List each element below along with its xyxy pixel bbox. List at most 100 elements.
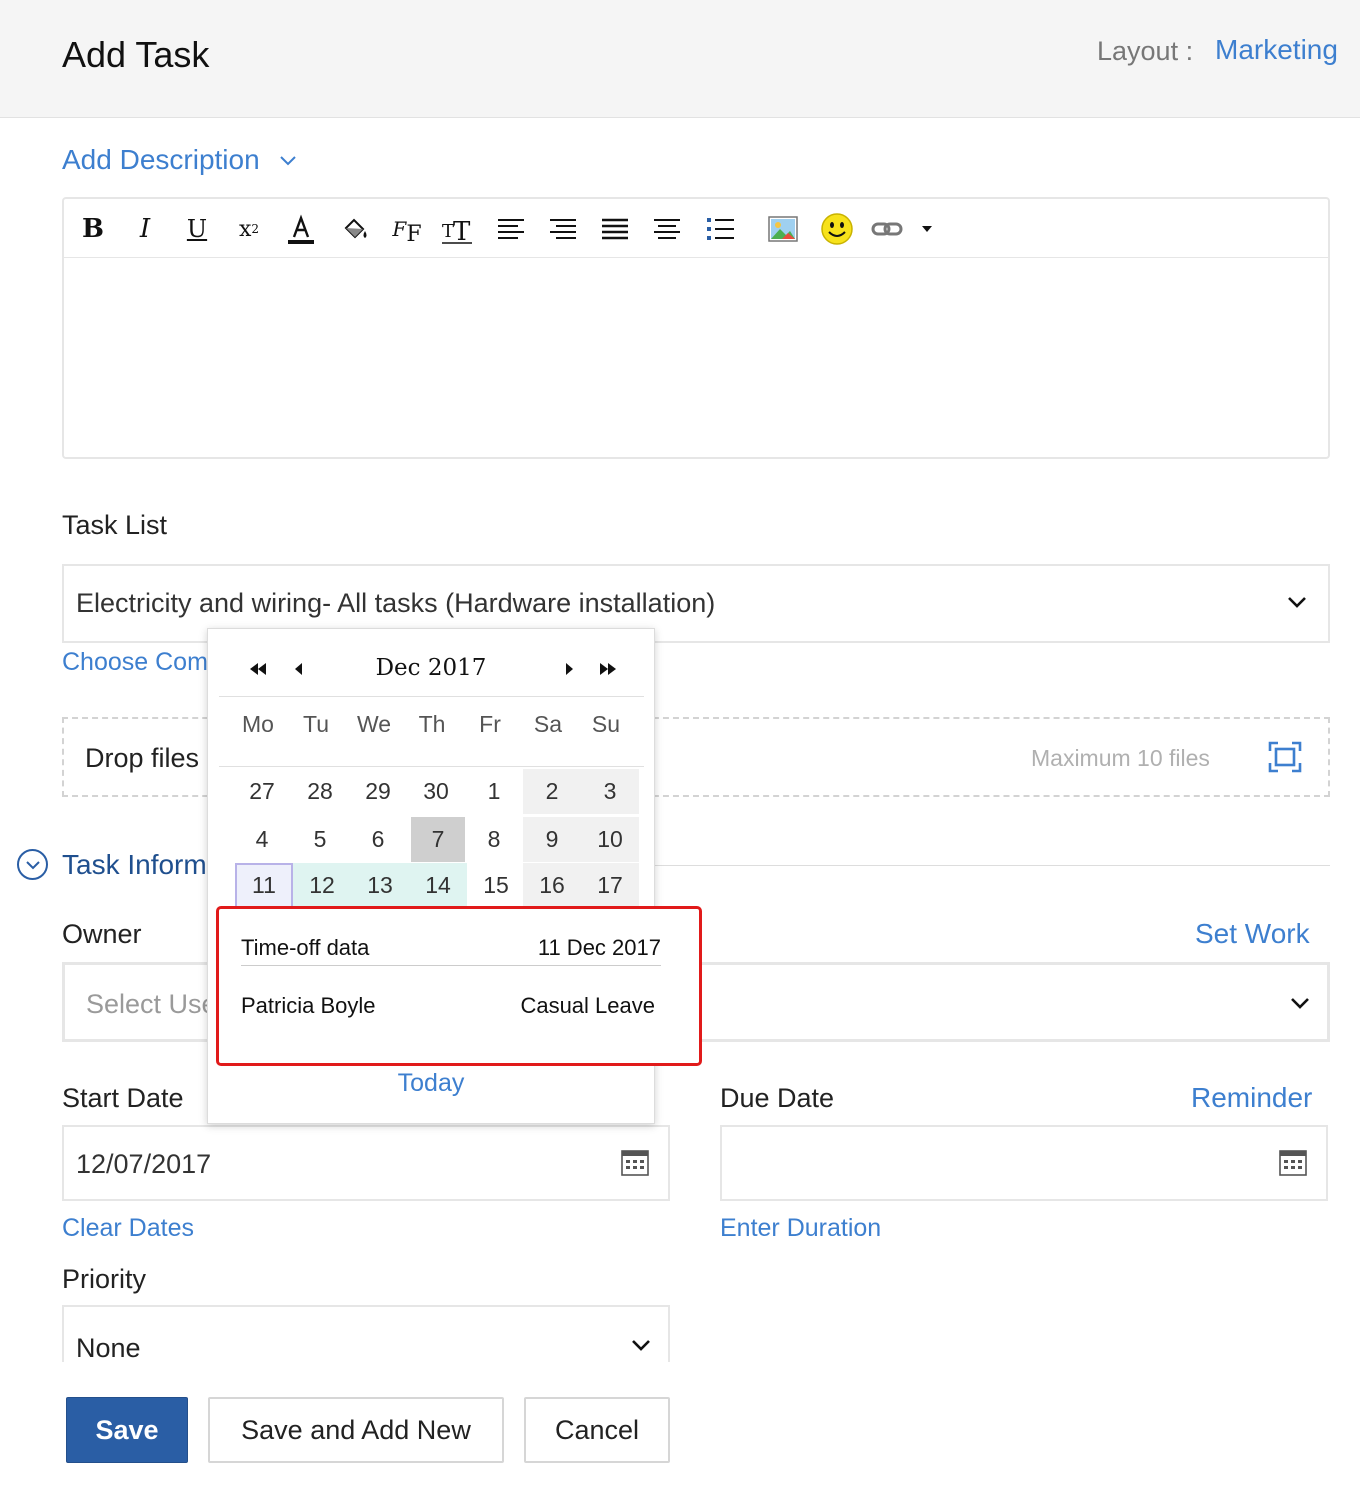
popup-divider [241,965,661,966]
justify-icon[interactable] [598,212,632,246]
font-size-icon[interactable]: TT [440,212,474,246]
drop-files-text: Drop files [85,743,200,773]
choose-component-link[interactable]: Choose Comp [62,648,222,677]
weekday-label: Tu [303,711,329,737]
calendar-icon[interactable] [1278,1147,1308,1177]
weekday-label: We [356,711,392,737]
calendar-day-weekend[interactable]: 3 [581,769,639,814]
due-date-input[interactable] [720,1125,1328,1201]
editor-toolbar: B I U x2 FF TT [64,199,1328,258]
calendar-day[interactable]: 15 [467,863,525,908]
weekday-label: Sa [533,711,563,737]
today-link[interactable]: Today [208,1069,654,1098]
save-and-add-new-button[interactable]: Save and Add New [208,1397,504,1463]
calendar-day[interactable]: 1 [465,769,523,814]
enter-duration-link[interactable]: Enter Duration [720,1214,881,1243]
insert-link-icon[interactable] [870,212,904,246]
chevron-down-icon[interactable] [278,150,298,170]
priority-container: None [62,1305,670,1362]
next-month-icon[interactable] [556,659,580,679]
editor-content-area[interactable] [64,259,1328,457]
priority-label: Priority [62,1264,147,1294]
weekday-label: Th [418,711,446,737]
time-off-popup: Time-off data 11 Dec 2017 Patricia Boyle… [216,906,702,1066]
calendar-day[interactable]: 8 [465,817,523,862]
weekday-label: Mo [242,711,274,737]
layout-selector-link[interactable]: Marketing [1215,34,1338,66]
bold-icon[interactable]: B [76,212,110,246]
calendar-icon[interactable] [620,1147,650,1177]
chevron-down-icon [26,861,40,870]
priority-select[interactable]: None [62,1305,670,1362]
calendar-day[interactable]: 6 [349,817,407,862]
calendar-day[interactable]: 29 [349,769,407,814]
calendar-day-weekend[interactable]: 17 [581,863,639,908]
picker-divider [219,696,644,697]
time-off-date: 11 Dec 2017 [537,935,661,960]
start-date-label: Start Date [62,1083,184,1113]
emoji-icon[interactable] [820,212,854,246]
layout-label: Layout : [1097,36,1194,66]
bullet-list-icon[interactable] [704,212,738,246]
time-off-user-name: Patricia Boyle [241,993,376,1018]
owner-label: Owner [62,919,142,949]
align-right-icon[interactable] [546,212,580,246]
calendar-day-weekend[interactable]: 2 [523,769,581,814]
superscript-icon[interactable]: x2 [232,212,266,246]
weekday-label: Su [591,711,621,737]
font-family-icon[interactable]: FF [390,212,424,247]
calendar-day-timeoff[interactable]: 13 [351,863,409,908]
month-year-label: Dec 2017 [375,655,487,681]
clear-dates-link[interactable]: Clear Dates [62,1214,194,1243]
due-date-label: Due Date [720,1083,835,1113]
calendar-day[interactable]: 28 [291,769,349,814]
page-title: Add Task [62,34,210,75]
more-dropdown-icon[interactable] [910,212,944,246]
page-header: Add Task Layout : Marketing [0,0,1360,118]
calendar-day[interactable]: 30 [407,769,465,814]
calendar-day-weekend[interactable]: 10 [581,817,639,862]
calendar-day-timeoff[interactable]: 12 [293,863,351,908]
align-left-icon[interactable] [494,212,528,246]
section-collapse-toggle[interactable] [17,849,48,880]
calendar-day-selected[interactable]: 11 [235,863,293,908]
calendar-day[interactable]: 5 [291,817,349,862]
calendar-day[interactable]: 4 [233,817,291,862]
priority-value: None [76,1333,141,1362]
start-date-input[interactable]: 12/07/2017 [62,1125,670,1201]
save-button[interactable]: Save [66,1397,188,1463]
start-date-value: 12/07/2017 [76,1149,212,1179]
chevron-down-icon [632,1340,650,1351]
reminder-link[interactable]: Reminder [1191,1082,1312,1114]
calendar-day-timeoff[interactable]: 14 [409,863,467,908]
expand-icon[interactable] [1268,741,1302,773]
font-color-icon[interactable] [284,212,318,246]
date-picker-nav: Dec 2017 [208,629,654,697]
calendar-day-weekend[interactable]: 9 [523,817,581,862]
time-off-title: Time-off data [241,935,370,960]
section-divider [640,865,1330,866]
chevron-down-icon [1291,998,1309,1009]
svg-text:T: T [453,217,471,245]
background-color-icon[interactable] [338,212,372,246]
chevron-down-icon [1288,597,1306,608]
calendar-day-today[interactable]: 7 [411,817,465,862]
task-list-value: Electricity and wiring- All tasks (Hardw… [76,588,716,618]
section-title: Task Inform [62,849,207,880]
align-center-icon[interactable] [650,212,684,246]
weekday-label: Fr [479,711,501,737]
calendar-days-grid: 27 28 29 30 1 2 3 4 5 6 7 8 9 10 11 12 1… [229,769,649,908]
add-description-link[interactable]: Add Description [62,144,260,176]
next-year-icon[interactable] [596,659,620,679]
insert-image-icon[interactable] [766,212,800,246]
italic-icon[interactable]: I [128,212,162,246]
cancel-button[interactable]: Cancel [524,1397,670,1463]
picker-divider [219,766,644,767]
owner-placeholder: Select Use [86,989,217,1019]
set-work-link[interactable]: Set Work [1195,918,1310,950]
max-files-note: Maximum 10 files [1031,745,1210,771]
rich-text-editor: B I U x2 FF TT [62,197,1330,459]
underline-icon[interactable]: U [180,212,214,246]
calendar-day[interactable]: 27 [233,769,291,814]
calendar-day-weekend[interactable]: 16 [523,863,581,908]
